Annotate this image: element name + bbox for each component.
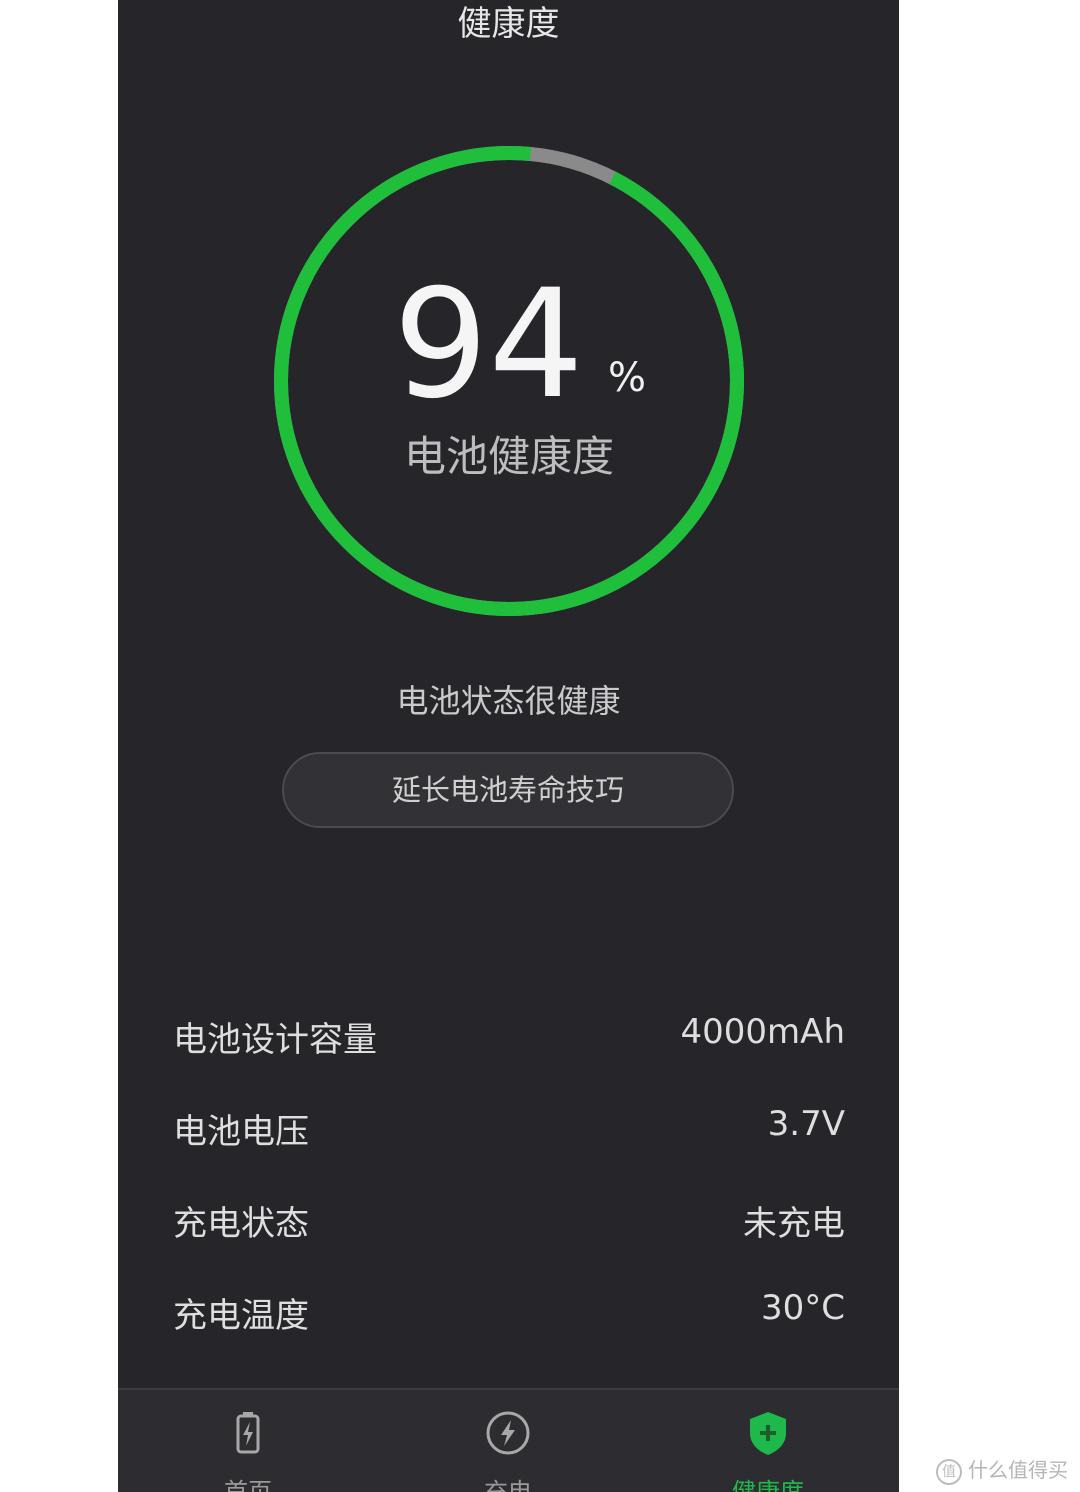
info-label: 充电状态: [173, 1204, 309, 1244]
tab-charging[interactable]: 充电: [378, 1390, 638, 1492]
tab-label: 健康度: [732, 1478, 804, 1492]
info-label: 电池电压: [173, 1112, 309, 1152]
battery-status-text: 电池状态很健康: [396, 682, 621, 720]
health-caption: 电池健康度: [403, 432, 614, 481]
page-title: 健康度: [457, 4, 560, 44]
info-label: 电池设计容量: [173, 1020, 377, 1060]
battery-icon: [236, 1412, 260, 1454]
health-percent-value: 94: [393, 258, 584, 432]
charging-bolt-icon: [486, 1411, 530, 1455]
shield-plus-icon: [750, 1412, 786, 1455]
bottom-tab-bar: 首页 充电 健康度: [118, 1388, 899, 1492]
info-row-charging-state: 充电状态 未充电: [173, 1184, 845, 1276]
info-value: 3.7V: [767, 1104, 845, 1144]
battery-info-list: 电池设计容量 4000mAh 电池电压 3.7V 充电状态 未充电 充电温度 3…: [173, 1000, 845, 1368]
info-row-voltage: 电池电压 3.7V: [173, 1092, 845, 1184]
info-value: 30°C: [760, 1288, 845, 1328]
phone-screen: 健康度 94 % 电池健康度 电池状态很健康 延长电池寿命技巧 电池设计容量 4…: [118, 0, 899, 1492]
health-gauge: 94 % 电池健康度: [268, 140, 750, 622]
tab-label: 充电: [484, 1478, 532, 1492]
watermark-logo-icon: 值: [936, 1458, 962, 1485]
health-percent-unit: %: [608, 355, 647, 401]
info-row-temperature: 充电温度 30°C: [173, 1276, 845, 1368]
tab-label: 首页: [224, 1478, 272, 1492]
battery-tips-button[interactable]: 延长电池寿命技巧: [282, 752, 734, 828]
health-value-row: 94 %: [268, 270, 750, 420]
info-label: 充电温度: [173, 1296, 309, 1336]
watermark-text: 什么值得买: [968, 1458, 1068, 1482]
screenshot-page: 健康度 94 % 电池健康度 电池状态很健康 延长电池寿命技巧 电池设计容量 4…: [0, 0, 1080, 1492]
tab-health[interactable]: 健康度: [638, 1390, 898, 1492]
info-value: 4000mAh: [680, 1012, 845, 1052]
info-value: 未充电: [743, 1204, 845, 1244]
info-row-design-capacity: 电池设计容量 4000mAh: [173, 1000, 845, 1092]
watermark: 值什么值得买: [936, 1454, 1068, 1485]
tab-home[interactable]: 首页: [118, 1390, 378, 1492]
